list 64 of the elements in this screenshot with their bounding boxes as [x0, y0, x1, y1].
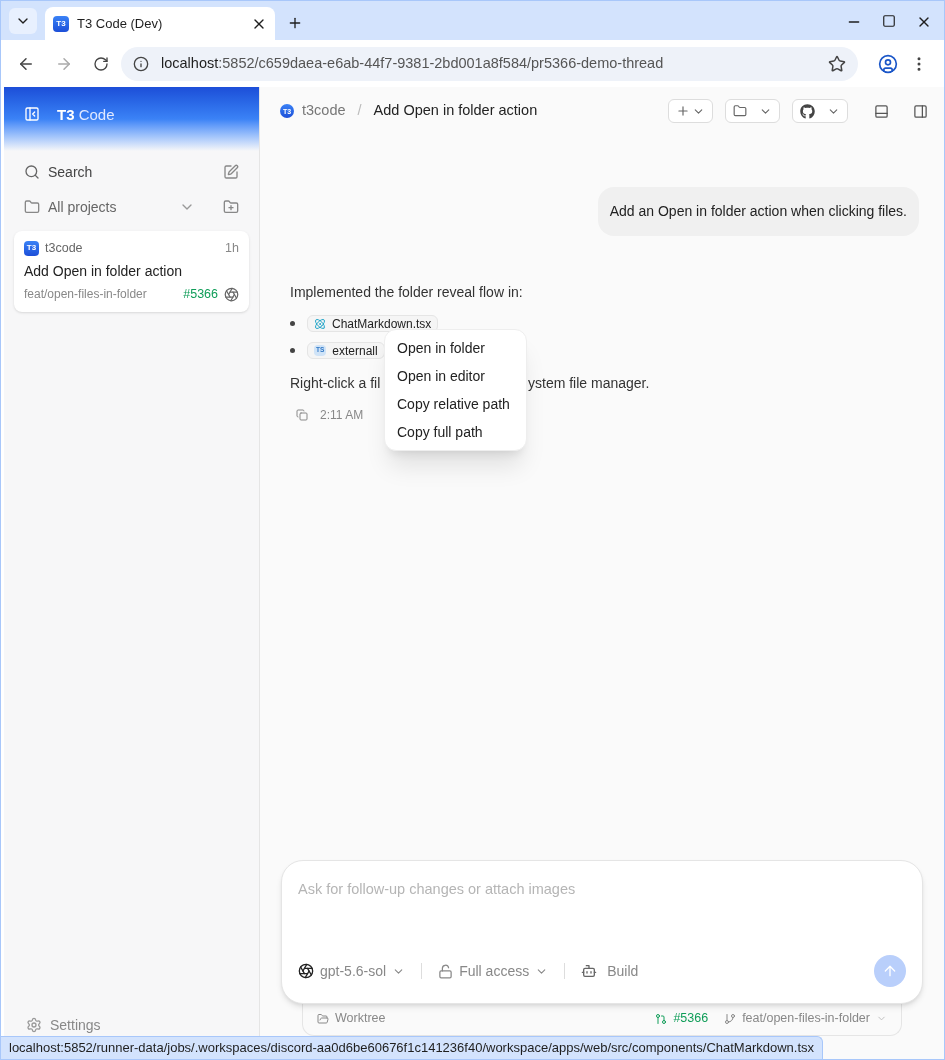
assistant-message: Right-click a fil	[290, 375, 381, 391]
toggle-bottom-panel-icon[interactable]	[874, 103, 889, 119]
search-icon	[24, 164, 40, 180]
reload-icon[interactable]	[93, 55, 109, 72]
new-tab-icon[interactable]	[287, 15, 303, 31]
menu-item[interactable]: Copy relative path	[385, 390, 526, 418]
aperture-icon	[224, 286, 239, 302]
branch-icon	[724, 1012, 737, 1025]
assistant-message: Implemented the folder reveal flow in:	[290, 283, 524, 302]
open-folder-button[interactable]	[725, 99, 780, 123]
status-bar: localhost:5852/runner-data/jobs/.workspaces/discord-aa0d6be60676f1c141236f40/workspace/apps/web/src/components/ChatMarkdown.tsx	[1, 1036, 824, 1059]
url-text: localhost:5852/c659daea-e6ab-44f7-9381-2bd001a8f584/pr5366-demo-thread	[161, 53, 665, 73]
toggle-right-panel-icon[interactable]	[913, 103, 928, 119]
maximize-icon[interactable]	[882, 14, 896, 28]
tab-title: T3 Code (Dev)	[77, 14, 164, 33]
brand-name: T3 Code	[57, 105, 115, 125]
pr-number: #5366	[183, 285, 218, 303]
star-icon[interactable]	[828, 54, 846, 73]
user-message: Add an Open in folder action when clicking files.	[597, 187, 919, 236]
breadcrumb-separator: /	[357, 101, 362, 121]
app-logo-icon: T3	[24, 240, 39, 256]
search-button[interactable]: Search	[48, 161, 215, 183]
app-logo-icon: T3	[53, 15, 69, 32]
message-time: 2:11 AM	[320, 407, 364, 424]
menu-item[interactable]: Open in editor	[385, 362, 526, 390]
settings-icon[interactable]	[26, 1017, 42, 1033]
github-logo-icon	[800, 103, 815, 119]
thread-title: Add Open in folder action	[24, 261, 183, 281]
info-icon[interactable]	[133, 55, 149, 72]
profile-icon[interactable]	[878, 53, 898, 74]
bullet-icon	[290, 321, 295, 326]
github-button[interactable]	[792, 99, 848, 123]
assistant-message: ystem file manager.	[528, 375, 650, 391]
robot-icon	[581, 963, 598, 979]
folder-icon	[733, 104, 747, 118]
aperture-icon	[298, 963, 314, 979]
model-selector[interactable]: gpt-5.6-sol	[298, 960, 406, 982]
branch-name: feat/open-files-in-folder	[24, 286, 148, 304]
plus-icon	[676, 104, 690, 118]
file-chip[interactable]: ChatMarkdown.tsx	[307, 315, 439, 332]
mode-selector[interactable]: Build	[581, 960, 639, 982]
thread-title: Add Open in folder action	[373, 101, 539, 121]
collapse-sidebar-icon[interactable]	[24, 106, 40, 122]
thread-card[interactable]: T3 t3code 1h Add Open in folder action feat/open-files-in-folder #5366	[14, 231, 249, 312]
tab-list-button[interactable]	[9, 8, 37, 34]
folder-icon	[24, 199, 40, 215]
access-selector[interactable]: Full access	[438, 960, 549, 982]
branch-selector[interactable]: feat/open-files-in-folder	[742, 1009, 870, 1028]
new-thread-icon[interactable]	[223, 164, 239, 180]
folder-icon	[317, 1012, 329, 1025]
browser-tab[interactable]: T3 T3 Code (Dev)	[45, 7, 275, 40]
thread-age: 1h	[225, 240, 239, 257]
projects-dropdown[interactable]: All projects	[48, 196, 171, 218]
bullet-icon	[290, 348, 295, 353]
worktree-label[interactable]: Worktree	[335, 1009, 650, 1028]
breadcrumb-project[interactable]: t3code	[302, 100, 346, 122]
menu-item[interactable]: Open in folder	[385, 334, 526, 362]
pull-request-icon	[655, 1012, 668, 1025]
add-project-icon[interactable]	[223, 199, 239, 215]
project-name: t3code	[45, 240, 84, 257]
react-atom-icon	[314, 317, 326, 330]
address-bar[interactable]: localhost:5852/c659daea-e6ab-44f7-9381-2bd001a8f584/pr5366-demo-thread	[121, 46, 858, 81]
menu-item[interactable]: Copy full path	[385, 418, 526, 446]
unlocked-icon	[438, 963, 454, 979]
